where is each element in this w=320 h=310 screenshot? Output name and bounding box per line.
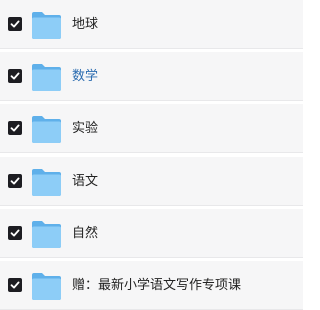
folder-label: 数学	[72, 69, 99, 84]
folder-label: 自然	[72, 226, 99, 241]
folder-icon	[32, 116, 61, 143]
folder-label: 语文	[72, 174, 99, 189]
list-item[interactable]: 语文	[0, 157, 303, 206]
checkbox-checked-icon[interactable]	[8, 174, 22, 188]
folder-icon	[32, 169, 61, 196]
folder-label: 赠：最新小学语文写作专项课	[72, 278, 242, 293]
checkbox-checked-icon[interactable]	[8, 17, 22, 31]
folder-icon	[32, 12, 61, 39]
folder-icon	[32, 273, 61, 300]
folder-label: 地球	[72, 17, 99, 32]
list-item[interactable]: 实验	[0, 104, 303, 153]
folder-icon	[32, 64, 61, 91]
list-item[interactable]: 自然	[0, 209, 303, 258]
list-item[interactable]: 数学	[0, 52, 303, 101]
list-item[interactable]: 赠：最新小学语文写作专项课	[0, 261, 303, 310]
checkbox-checked-icon[interactable]	[8, 69, 22, 83]
folder-label: 实验	[72, 121, 99, 136]
folder-icon	[32, 221, 61, 248]
checkbox-checked-icon[interactable]	[8, 121, 22, 135]
folder-list: 地球 数学 实验 语文 自然 赠：最新小学语文写作专项课	[0, 0, 303, 310]
checkbox-checked-icon[interactable]	[8, 226, 22, 240]
checkbox-checked-icon[interactable]	[8, 278, 22, 292]
list-item[interactable]: 地球	[0, 0, 303, 49]
